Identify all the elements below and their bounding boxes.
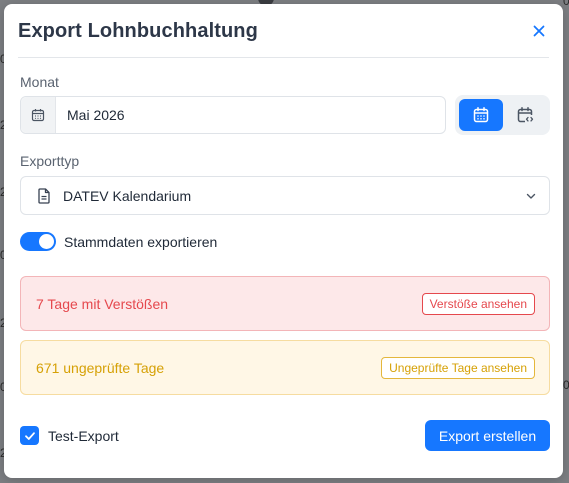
calendar-month-icon	[473, 107, 489, 123]
unchecked-days-alert: 671 ungeprüfte Tage Ungeprüfte Tage anse…	[20, 340, 550, 395]
month-prefix	[21, 97, 56, 133]
master-data-toggle[interactable]	[20, 232, 56, 251]
calendar-range-icon	[517, 107, 534, 123]
toggle-knob	[39, 234, 54, 249]
export-type-value: DATEV Kalendarium	[63, 188, 192, 204]
export-dialog: Export Lohnbuchhaltung Monat Mai 2026 Ex…	[4, 4, 563, 478]
background-text: 0	[563, 378, 569, 392]
calendar-icon	[31, 109, 45, 122]
range-mode-button[interactable]	[503, 99, 547, 131]
export-type-select[interactable]: DATEV Kalendarium	[20, 176, 550, 215]
test-export-label: Test-Export	[48, 428, 119, 444]
month-value: Mai 2026	[67, 107, 125, 123]
month-input[interactable]: Mai 2026	[20, 96, 446, 134]
view-violations-button[interactable]: Verstöße ansehen	[421, 293, 535, 315]
dialog-header: Export Lohnbuchhaltung	[18, 4, 549, 58]
month-label: Monat	[20, 74, 59, 90]
create-export-button[interactable]: Export erstellen	[425, 420, 550, 451]
close-button[interactable]	[529, 21, 549, 41]
background-text: 0	[563, 0, 569, 8]
export-type-label: Exporttyp	[20, 153, 80, 169]
test-export-checkbox[interactable]	[20, 426, 39, 445]
violations-alert-text: 7 Tage mit Verstößen	[36, 296, 169, 312]
check-icon	[24, 431, 35, 440]
document-icon	[38, 188, 50, 204]
dialog-title: Export Lohnbuchhaltung	[18, 20, 258, 42]
month-mode-switch	[455, 95, 550, 135]
view-unchecked-days-button[interactable]: Ungeprüfte Tage ansehen	[381, 357, 535, 379]
chevron-down-icon	[526, 193, 536, 199]
close-icon	[533, 25, 545, 37]
master-data-toggle-label: Stammdaten exportieren	[64, 234, 218, 250]
violations-alert: 7 Tage mit Verstößen Verstöße ansehen	[20, 276, 550, 331]
month-mode-button[interactable]	[459, 99, 503, 131]
unchecked-days-alert-text: 671 ungeprüfte Tage	[36, 360, 165, 376]
